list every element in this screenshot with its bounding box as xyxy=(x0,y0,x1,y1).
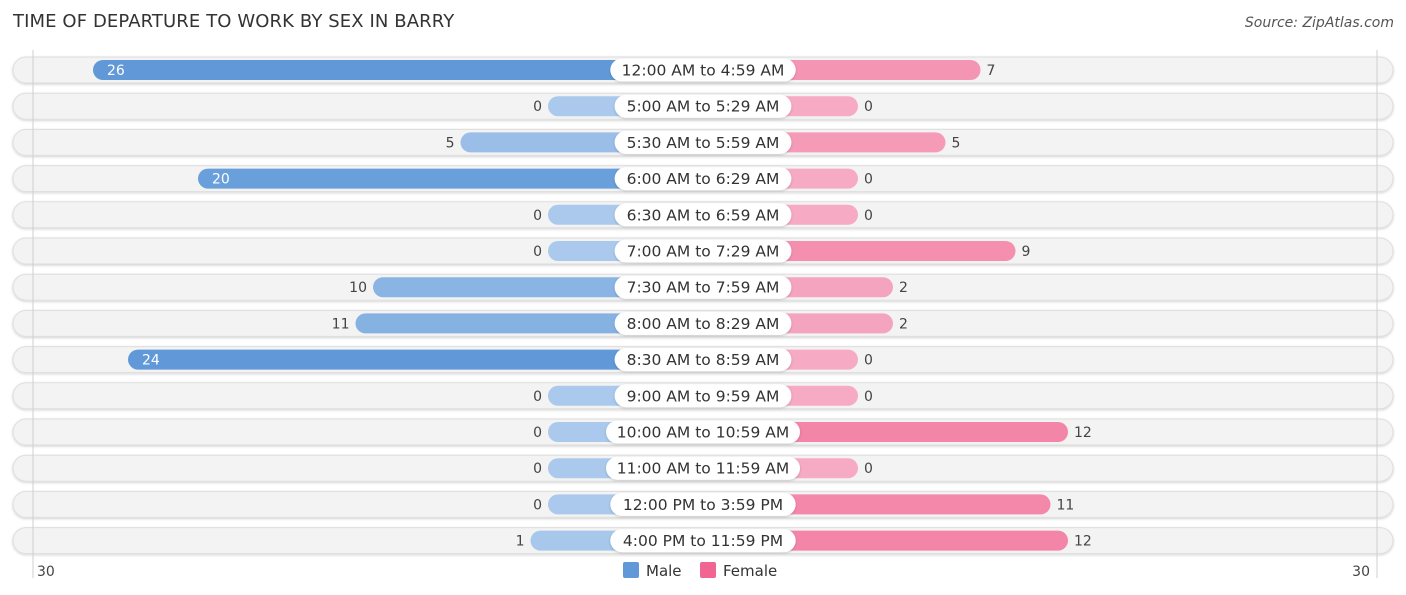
category-label: 8:00 AM to 8:29 AM xyxy=(627,315,780,333)
category-label: 6:00 AM to 6:29 AM xyxy=(627,170,780,188)
value-label-female: 2 xyxy=(899,280,908,296)
category-label: 12:00 PM to 3:59 PM xyxy=(623,496,783,514)
value-label-male: 11 xyxy=(332,316,350,332)
chart-row: 0 9 7:00 AM to 7:29 AM xyxy=(12,237,1394,265)
chart-row: 5 5 5:30 AM to 5:59 AM xyxy=(12,128,1394,156)
value-label-female: 0 xyxy=(864,353,873,369)
value-label-male: 0 xyxy=(533,389,542,405)
category-label: 5:00 AM to 5:29 AM xyxy=(627,98,780,116)
value-label-male: 0 xyxy=(533,425,542,441)
chart-row: 0 0 11:00 AM to 11:59 AM xyxy=(12,454,1394,482)
chart-row: 20 0 6:00 AM to 6:29 AM xyxy=(12,165,1394,193)
axis-tick-right: 30 xyxy=(1352,564,1370,580)
value-label-female: 0 xyxy=(864,172,873,188)
legend-swatch-female xyxy=(700,562,716,578)
chart-row: 0 12 10:00 AM to 10:59 AM xyxy=(12,418,1394,446)
value-label-female: 0 xyxy=(864,389,873,405)
chart-row: 11 2 8:00 AM to 8:29 AM xyxy=(12,309,1394,337)
legend-label-male: Male xyxy=(646,562,682,580)
value-label-female: 7 xyxy=(987,63,996,79)
value-label-female: 12 xyxy=(1074,534,1092,550)
category-label: 5:30 AM to 5:59 AM xyxy=(627,134,780,152)
value-label-male: 1 xyxy=(516,534,525,550)
chart-row: 24 0 8:30 AM to 8:59 AM xyxy=(12,346,1394,374)
value-label-male: 24 xyxy=(142,353,160,369)
chart-row: 0 0 6:30 AM to 6:59 AM xyxy=(12,201,1394,229)
value-label-male: 0 xyxy=(533,497,542,513)
value-label-female: 11 xyxy=(1057,497,1075,513)
category-label: 6:30 AM to 6:59 AM xyxy=(627,206,780,224)
category-label: 8:30 AM to 8:59 AM xyxy=(627,351,780,369)
legend-swatch-male xyxy=(623,562,639,578)
value-label-female: 5 xyxy=(952,135,961,151)
value-label-male: 0 xyxy=(533,461,542,477)
value-label-male: 5 xyxy=(446,135,455,151)
value-label-female: 9 xyxy=(1022,244,1031,260)
legend-label-female: Female xyxy=(723,562,777,580)
legend-item-male: Male xyxy=(623,562,682,580)
chart-row: 0 11 12:00 PM to 3:59 PM xyxy=(12,490,1394,518)
value-label-female: 0 xyxy=(864,99,873,115)
value-label-male: 0 xyxy=(533,208,542,224)
category-label: 9:00 AM to 9:59 AM xyxy=(627,387,780,405)
legend-item-female: Female xyxy=(700,562,777,580)
value-label-female: 0 xyxy=(864,461,873,477)
chart-row: 0 0 5:00 AM to 5:29 AM xyxy=(12,92,1394,120)
category-label: 7:00 AM to 7:29 AM xyxy=(627,243,780,261)
value-label-male: 20 xyxy=(212,172,230,188)
chart: 26 7 12:00 AM to 4:59 AM 0 0 5:00 AM to 5:29 … xyxy=(12,50,1394,580)
category-label: 10:00 AM to 10:59 AM xyxy=(617,424,790,442)
value-label-female: 2 xyxy=(899,316,908,332)
chart-row: 26 7 12:00 AM to 4:59 AM xyxy=(12,56,1394,84)
axis-tick-left: 30 xyxy=(37,564,55,580)
chart-row: 0 0 9:00 AM to 9:59 AM xyxy=(12,382,1394,410)
value-label-female: 0 xyxy=(864,208,873,224)
category-label: 7:30 AM to 7:59 AM xyxy=(627,279,780,297)
value-label-male: 10 xyxy=(349,280,367,296)
value-label-male: 26 xyxy=(107,63,125,79)
value-label-male: 0 xyxy=(533,244,542,260)
chart-row: 10 2 7:30 AM to 7:59 AM xyxy=(12,273,1394,301)
category-label: 11:00 AM to 11:59 AM xyxy=(617,460,790,478)
category-label: 12:00 AM to 4:59 AM xyxy=(622,62,785,80)
category-label: 4:00 PM to 11:59 PM xyxy=(623,532,783,550)
chart-row: 1 12 4:00 PM to 11:59 PM xyxy=(12,527,1394,555)
value-label-male: 0 xyxy=(533,99,542,115)
value-label-female: 12 xyxy=(1074,425,1092,441)
